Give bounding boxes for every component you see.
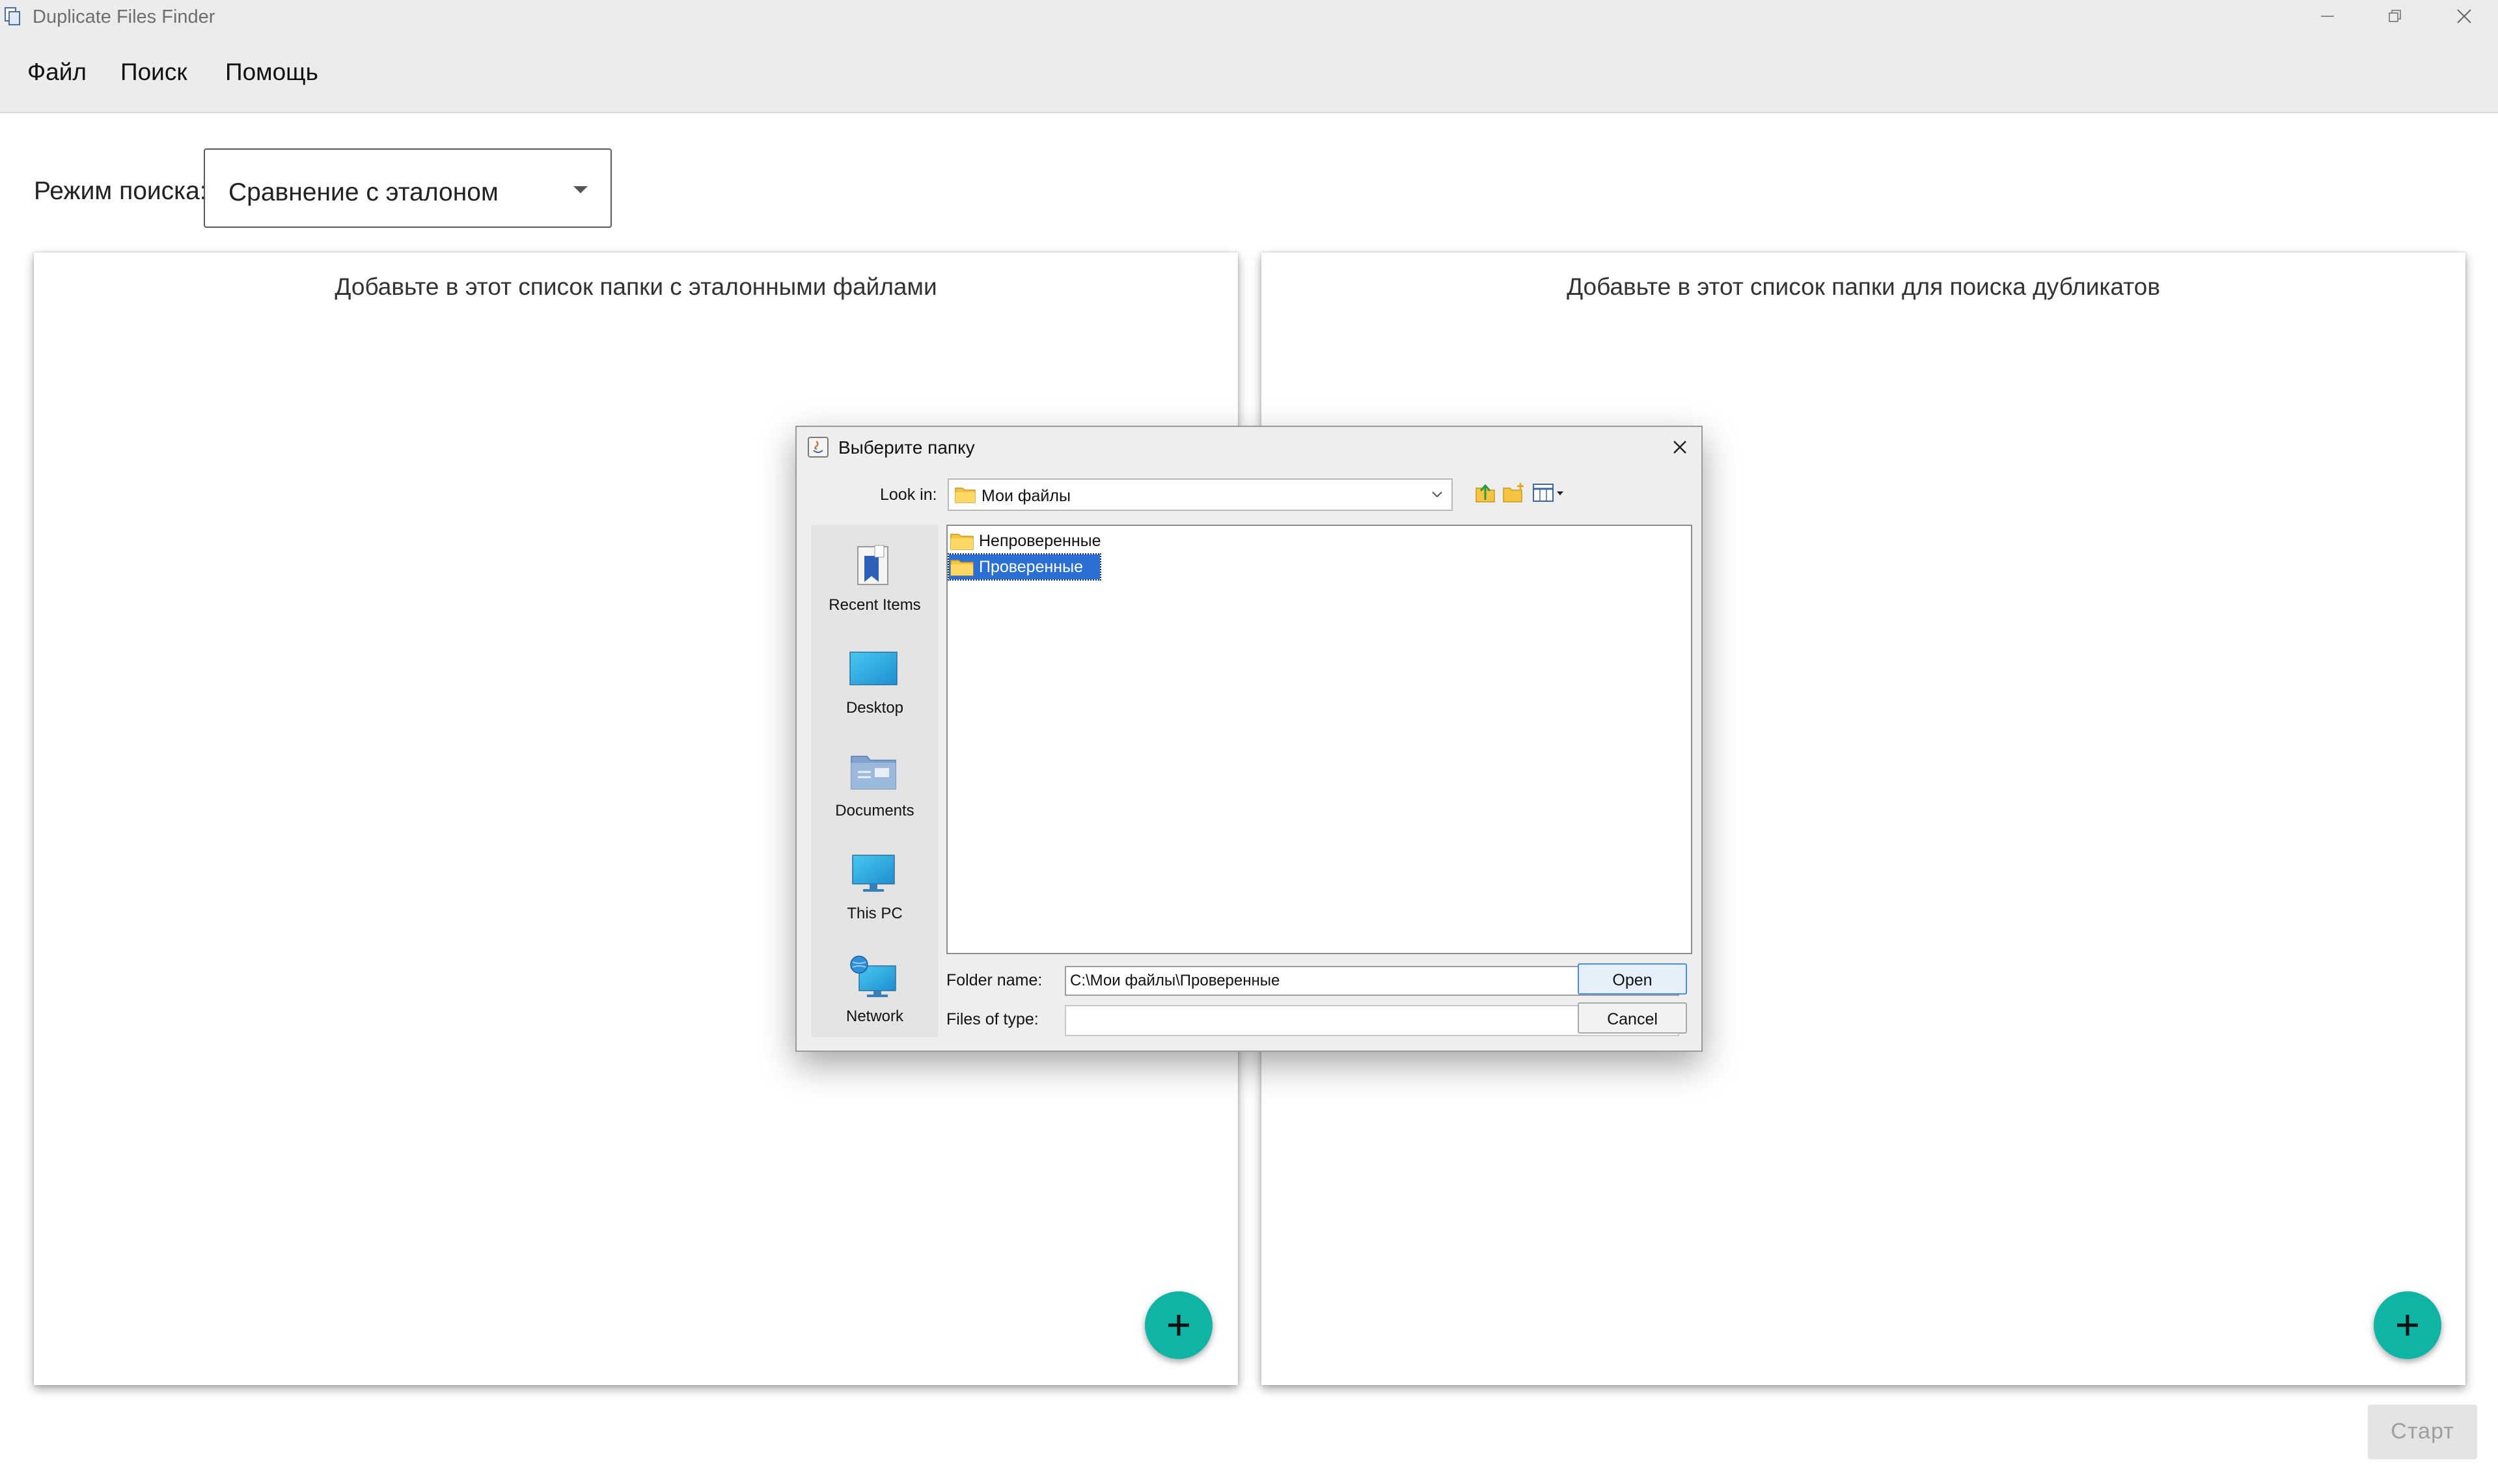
place-network[interactable]: Network [811, 941, 939, 1039]
cancel-button-label: Cancel [1607, 1010, 1658, 1028]
place-label: Desktop [845, 699, 904, 717]
title-bar: Duplicate Files Finder [0, 0, 2498, 33]
folder-icon [955, 488, 976, 503]
restore-icon [2389, 10, 2401, 22]
close-icon [2457, 9, 2471, 23]
open-button-label: Open [1612, 971, 1653, 989]
look-in-value: Мои файлы [981, 487, 1071, 505]
place-label: Network [845, 1008, 904, 1025]
dialog-close-icon[interactable] [1669, 436, 1691, 458]
app-icon [5, 7, 20, 25]
dropdown-arrow-icon [573, 186, 588, 193]
place-this-pc[interactable]: This PC [811, 838, 939, 936]
choose-folder-dialog: Выберите папку Look in: Мои файлы Recent… [795, 426, 1703, 1052]
search-mode-value: Сравнение с эталоном [228, 178, 499, 206]
search-mode-select[interactable]: Сравнение с эталоном [204, 148, 612, 228]
menu-search[interactable]: Поиск [120, 59, 187, 86]
minimize-icon [2321, 16, 2334, 17]
plus-icon [2397, 1315, 2418, 1336]
list-item[interactable]: Проверенные [948, 553, 1144, 581]
list-item[interactable]: Непроверенные [949, 529, 1144, 553]
look-in-combo[interactable]: Мои файлы [948, 478, 1453, 511]
duplicate-folders-title: Добавьте в этот список папки для поиска … [1567, 273, 2160, 300]
place-documents[interactable]: Documents [811, 735, 939, 833]
start-button-label: Старт [2391, 1419, 2454, 1444]
network-icon [850, 955, 896, 997]
place-label: Recent Items [829, 596, 921, 614]
place-label: This PC [847, 905, 903, 922]
place-recent-items[interactable]: Recent Items [811, 530, 939, 627]
look-in-label: Look in: [880, 486, 937, 504]
view-menu-icon[interactable] [1532, 482, 1567, 504]
folder-icon [950, 534, 974, 550]
chevron-down-icon [1432, 491, 1442, 498]
cancel-button[interactable]: Cancel [1578, 1002, 1687, 1034]
computer-icon [852, 855, 895, 892]
add-reference-folder-button[interactable] [1145, 1291, 1213, 1359]
up-one-level-icon[interactable] [1474, 482, 1497, 504]
open-button[interactable]: Open [1578, 963, 1687, 995]
folder-icon [950, 560, 974, 576]
menu-file[interactable]: Файл [27, 59, 87, 86]
plus-icon [1168, 1315, 1189, 1336]
desktop-icon [849, 652, 898, 685]
window-title: Duplicate Files Finder [33, 7, 215, 27]
close-window-button[interactable] [2432, 0, 2497, 33]
new-folder-icon[interactable] [1501, 482, 1527, 504]
folder-name: Непроверенные [979, 532, 1101, 550]
menu-bar: Файл Поиск Помощь [0, 33, 2498, 113]
menu-help[interactable]: Помощь [225, 59, 318, 86]
minimize-button[interactable] [2295, 0, 2360, 33]
reference-folders-title: Добавьте в этот список папки с эталонным… [335, 273, 937, 300]
place-label: Documents [835, 802, 914, 819]
search-mode-label: Режим поиска: [34, 177, 207, 205]
places-sidebar: Recent Items Desktop Documents This PC N… [811, 525, 939, 1037]
folder-name-label: Folder name: [946, 971, 1043, 989]
folder-name: Проверенные [979, 558, 1083, 576]
restore-button[interactable] [2363, 0, 2428, 33]
recent-items-icon [857, 545, 888, 585]
add-search-folder-button[interactable] [2374, 1291, 2441, 1359]
java-app-icon [808, 437, 829, 458]
documents-icon [851, 756, 896, 790]
place-desktop[interactable]: Desktop [811, 633, 939, 730]
folder-list: Непроверенные Проверенные [946, 525, 1692, 954]
files-of-type-label: Files of type: [946, 1010, 1039, 1028]
start-button[interactable]: Старт [2368, 1405, 2477, 1459]
dialog-title: Выберите папку [838, 437, 975, 458]
